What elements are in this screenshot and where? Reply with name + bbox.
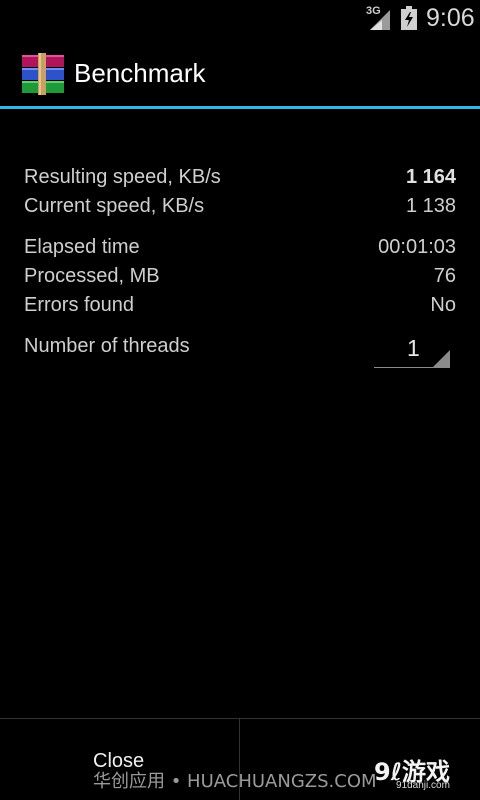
- processed-label: Processed, MB: [24, 265, 160, 287]
- threads-spinner[interactable]: 1: [374, 330, 450, 370]
- current-speed-row: Current speed, KB/s 1 138: [24, 195, 456, 223]
- benchmark-screen: 3G 9:06 Benchmark Resulting speed, KB/s: [0, 0, 480, 800]
- elapsed-time-row: Elapsed time 00:01:03: [24, 236, 456, 264]
- threads-row: Number of threads: [24, 335, 344, 363]
- spinner-dropdown-icon: [432, 350, 450, 368]
- watermark-right: 9ℓ游戏 91danji.com: [374, 752, 474, 794]
- status-bar: 3G 9:06: [0, 0, 480, 38]
- winrar-books-icon[interactable]: [22, 53, 64, 95]
- action-bar: Benchmark: [0, 38, 480, 106]
- threads-label: Number of threads: [24, 335, 190, 357]
- errors-row: Errors found No: [24, 294, 456, 322]
- processed-row: Processed, MB 76: [24, 265, 456, 293]
- signal-icon: [370, 10, 390, 30]
- watermark-domain: 91danji.com: [396, 780, 450, 791]
- errors-value: No: [430, 294, 456, 316]
- page-title: Benchmark: [74, 58, 206, 88]
- resulting-speed-value: 1 164: [405, 166, 456, 188]
- watermark-left: 华创应用 • HUACHUANGZS.COM: [93, 771, 377, 792]
- threads-value: 1: [407, 335, 420, 361]
- elapsed-time-label: Elapsed time: [24, 236, 140, 258]
- errors-label: Errors found: [24, 294, 135, 316]
- clock-time: 9:06: [426, 4, 475, 32]
- elapsed-time-value: 00:01:03: [378, 236, 456, 258]
- current-speed-label: Current speed, KB/s: [24, 195, 205, 217]
- action-bar-divider: [0, 106, 480, 109]
- resulting-speed-label: Resulting speed, KB/s: [24, 166, 221, 188]
- resulting-speed-row: Resulting speed, KB/s 1 164: [24, 166, 456, 194]
- processed-value: 76: [433, 265, 456, 287]
- battery-charging-icon: [401, 6, 417, 30]
- current-speed-value: 1 138: [405, 195, 456, 217]
